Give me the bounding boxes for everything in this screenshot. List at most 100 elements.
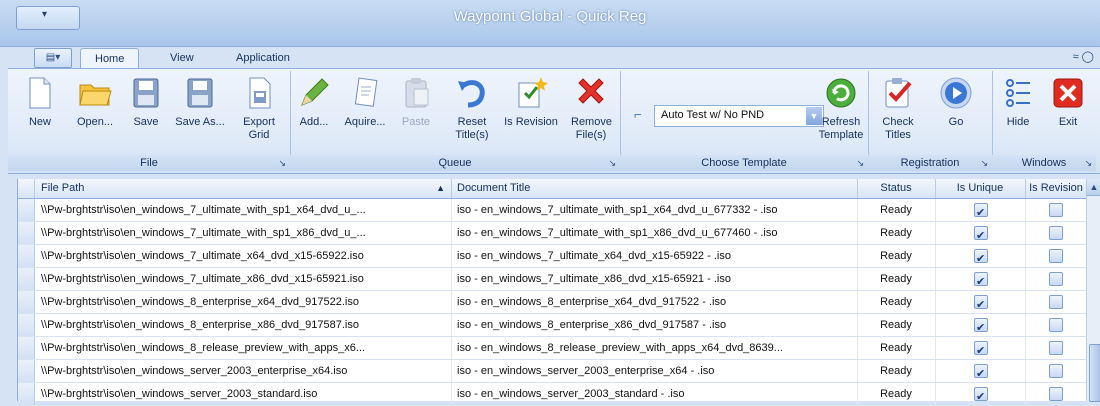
cell-is-unique xyxy=(935,360,1026,382)
vertical-scrollbar[interactable]: ▲ xyxy=(1086,179,1100,402)
tab-view[interactable]: View xyxy=(156,48,208,68)
cell-is-unique xyxy=(935,199,1026,221)
ribbon: New Open... Save Save As... Export Grid … xyxy=(8,68,1100,174)
tab-application[interactable]: Application xyxy=(222,48,304,68)
cell-is-unique xyxy=(935,383,1026,405)
template-select[interactable]: Auto Test w/ No PND ▼ xyxy=(654,105,824,127)
exit-button[interactable]: Exit xyxy=(1050,75,1086,129)
cell-file-path[interactable]: \\Pw-brghtstr\iso\en_windows_8_enterpris… xyxy=(35,314,452,336)
is-unique-checkbox[interactable] xyxy=(974,294,988,313)
column-header-file-path[interactable]: File Path ▲ xyxy=(35,179,452,198)
column-header-status[interactable]: Status xyxy=(857,179,936,198)
undo-arrow-icon xyxy=(458,80,485,108)
cell-document-title[interactable]: iso - en_windows_server_2003_standard - … xyxy=(451,383,858,405)
row-header[interactable] xyxy=(18,291,35,313)
dialog-launcher-icon[interactable]: ↘ xyxy=(856,158,864,169)
cell-status: Ready xyxy=(857,291,936,313)
scroll-up-icon[interactable]: ▲ xyxy=(1087,179,1100,196)
column-header-document-title[interactable]: Document Title xyxy=(451,179,858,198)
is-unique-checkbox[interactable] xyxy=(974,340,988,359)
table-row[interactable]: \\Pw-brghtstr\iso\en_windows_7_ultimate_… xyxy=(18,199,1087,222)
is-unique-checkbox[interactable] xyxy=(974,363,988,382)
table-row[interactable]: \\Pw-brghtstr\iso\en_windows_7_ultimate_… xyxy=(18,245,1087,268)
template-selected-value: Auto Test w/ No PND xyxy=(661,109,765,121)
cell-document-title[interactable]: iso - en_windows_7_ultimate_x86_dvd_x15-… xyxy=(451,268,858,290)
cell-file-path[interactable]: \\Pw-brghtstr\iso\en_windows_7_ultimate_… xyxy=(35,199,452,221)
open-button[interactable]: Open... xyxy=(68,75,122,129)
is-revision-checkbox[interactable] xyxy=(1049,387,1063,401)
cell-document-title[interactable]: iso - en_windows_7_ultimate_x64_dvd_x15-… xyxy=(451,245,858,267)
cell-file-path[interactable]: \\Pw-brghtstr\iso\en_windows_8_release_p… xyxy=(35,337,452,359)
is-revision-checkbox[interactable] xyxy=(1049,272,1063,286)
scrollbar-thumb[interactable] xyxy=(1089,344,1100,402)
cell-document-title[interactable]: iso - en_windows_8_enterprise_x86_dvd_91… xyxy=(451,314,858,336)
reset-titles-button[interactable]: Reset Title(s) xyxy=(448,75,496,142)
row-header[interactable] xyxy=(18,222,35,244)
column-header-is-unique[interactable]: Is Unique xyxy=(935,179,1026,198)
save-as-button[interactable]: Save As... xyxy=(170,75,230,129)
row-header[interactable] xyxy=(18,383,35,405)
ribbon-minimize-icon[interactable]: ≈ ◯ xyxy=(1073,50,1094,63)
is-revision-button[interactable]: Is Revision xyxy=(502,75,560,129)
exit-x-icon xyxy=(1053,78,1083,108)
ribbon-group-choose-template: ⌐ Auto Test w/ No PND ▼ Refresh Template… xyxy=(620,71,869,171)
table-row[interactable]: \\Pw-brghtstr\iso\en_windows_server_2003… xyxy=(18,360,1087,383)
sort-ascending-icon: ▲ xyxy=(436,183,445,193)
cell-document-title[interactable]: iso - en_windows_7_ultimate_with_sp1_x86… xyxy=(451,222,858,244)
is-unique-checkbox[interactable] xyxy=(974,248,988,267)
dialog-launcher-icon[interactable]: ↘ xyxy=(1084,158,1092,169)
is-unique-checkbox[interactable] xyxy=(974,271,988,290)
refresh-template-button[interactable]: Refresh Template xyxy=(816,75,866,142)
table-row[interactable]: \\Pw-brghtstr\iso\en_windows_7_ultimate_… xyxy=(18,222,1087,245)
add-button[interactable]: Add... xyxy=(294,75,334,129)
dialog-launcher-icon[interactable]: ↘ xyxy=(608,158,616,169)
cell-file-path[interactable]: \\Pw-brghtstr\iso\en_windows_server_2003… xyxy=(35,383,452,405)
is-unique-checkbox[interactable] xyxy=(974,386,988,405)
row-header[interactable] xyxy=(18,245,35,267)
remove-files-button[interactable]: Remove File(s) xyxy=(566,75,616,142)
cell-file-path[interactable]: \\Pw-brghtstr\iso\en_windows_7_ultimate_… xyxy=(35,245,452,267)
table-row[interactable]: \\Pw-brghtstr\iso\en_windows_server_2003… xyxy=(18,383,1087,406)
dialog-launcher-icon[interactable]: ↘ xyxy=(980,158,988,169)
go-button[interactable]: Go xyxy=(934,75,978,129)
hide-button[interactable]: Hide xyxy=(1000,75,1036,129)
check-titles-button[interactable]: Check Titles xyxy=(876,75,920,142)
save-button[interactable]: Save xyxy=(126,75,166,129)
table-row[interactable]: \\Pw-brghtstr\iso\en_windows_8_release_p… xyxy=(18,337,1087,360)
ribbon-tab-bar: ▤▾ Home View Application ≈ ◯ xyxy=(8,46,1100,69)
cell-file-path[interactable]: \\Pw-brghtstr\iso\en_windows_7_ultimate_… xyxy=(35,268,452,290)
cell-file-path[interactable]: \\Pw-brghtstr\iso\en_windows_7_ultimate_… xyxy=(35,222,452,244)
is-revision-checkbox[interactable] xyxy=(1049,203,1063,217)
cell-document-title[interactable]: iso - en_windows_8_release_preview_with_… xyxy=(451,337,858,359)
cell-document-title[interactable]: iso - en_windows_server_2003_enterprise_… xyxy=(451,360,858,382)
paste-button[interactable]: Paste xyxy=(398,75,434,129)
table-row[interactable]: \\Pw-brghtstr\iso\en_windows_8_enterpris… xyxy=(18,291,1087,314)
acquire-button[interactable]: Aquire... xyxy=(338,75,392,129)
is-revision-checkbox[interactable] xyxy=(1049,364,1063,378)
is-revision-checkbox[interactable] xyxy=(1049,249,1063,263)
cell-file-path[interactable]: \\Pw-brghtstr\iso\en_windows_8_enterpris… xyxy=(35,291,452,313)
row-header[interactable] xyxy=(18,199,35,221)
is-revision-checkbox[interactable] xyxy=(1049,318,1063,332)
row-header[interactable] xyxy=(18,360,35,382)
column-header-is-revision[interactable]: Is Revision xyxy=(1025,179,1087,198)
export-grid-button[interactable]: Export Grid xyxy=(234,75,284,142)
table-row[interactable]: \\Pw-brghtstr\iso\en_windows_7_ultimate_… xyxy=(18,268,1087,291)
row-header[interactable] xyxy=(18,314,35,336)
is-revision-checkbox[interactable] xyxy=(1049,341,1063,355)
row-header[interactable] xyxy=(18,337,35,359)
is-unique-checkbox[interactable] xyxy=(974,317,988,336)
dialog-launcher-icon[interactable]: ↘ xyxy=(278,158,286,169)
row-header[interactable] xyxy=(18,268,35,290)
new-button[interactable]: New xyxy=(20,75,60,129)
is-revision-checkbox[interactable] xyxy=(1049,295,1063,309)
is-unique-checkbox[interactable] xyxy=(974,202,988,221)
is-unique-checkbox[interactable] xyxy=(974,225,988,244)
application-menu-button[interactable]: ▤▾ xyxy=(34,48,72,68)
cell-file-path[interactable]: \\Pw-brghtstr\iso\en_windows_server_2003… xyxy=(35,360,452,382)
cell-document-title[interactable]: iso - en_windows_8_enterprise_x64_dvd_91… xyxy=(451,291,858,313)
tab-home[interactable]: Home xyxy=(80,48,140,69)
is-revision-checkbox[interactable] xyxy=(1049,226,1063,240)
table-row[interactable]: \\Pw-brghtstr\iso\en_windows_8_enterpris… xyxy=(18,314,1087,337)
cell-document-title[interactable]: iso - en_windows_7_ultimate_with_sp1_x64… xyxy=(451,199,858,221)
